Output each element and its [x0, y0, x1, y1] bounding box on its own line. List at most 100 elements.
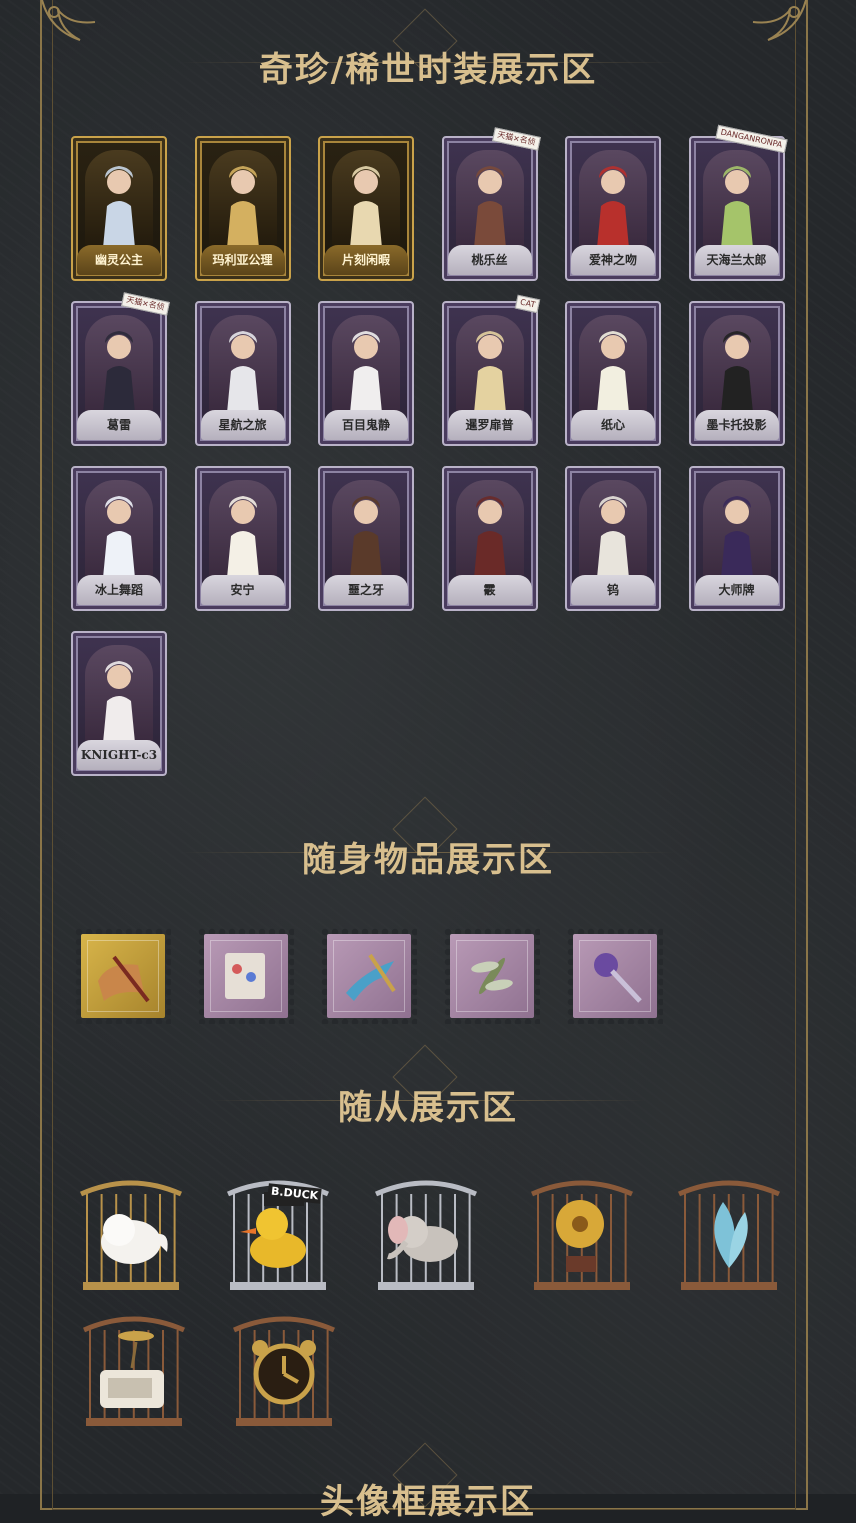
outfit-card[interactable]: 片刻闲暇 — [318, 136, 414, 281]
item-stamp[interactable] — [444, 928, 540, 1024]
pet-cage[interactable]: B.DUCK — [222, 1172, 334, 1292]
outfit-label: 噩之牙 — [324, 575, 408, 605]
outfit-card[interactable]: 幽灵公主 — [71, 136, 167, 281]
outfit-label: 爱神之吻 — [571, 245, 655, 275]
outfit-portrait — [85, 480, 153, 578]
character-figure-icon — [473, 496, 506, 578]
item-stamp[interactable] — [321, 928, 417, 1024]
pet-cage[interactable] — [673, 1172, 785, 1292]
outfit-portrait — [85, 645, 153, 743]
avatar-section-title: 头像框展示区 — [320, 1482, 536, 1522]
pet-cage[interactable] — [370, 1172, 482, 1292]
outfit-label: 霰 — [447, 575, 532, 605]
character-figure-icon — [350, 496, 382, 578]
outfit-label: 天海兰太郎 — [694, 245, 779, 275]
outfit-card[interactable]: 大师牌 — [688, 466, 785, 611]
pet-cage[interactable] — [75, 1172, 187, 1292]
pets-section-title: 随从展示区 — [338, 1088, 518, 1128]
outfit-label: KNIGHT-c3 — [77, 740, 161, 770]
outfit-card[interactable]: 葛雷 天猫×名侦 — [71, 292, 170, 446]
white-dog-icon — [101, 1214, 168, 1264]
character-figure-icon — [103, 331, 135, 413]
outfit-card[interactable]: 霰 — [441, 466, 538, 611]
pet-cage[interactable] — [78, 1308, 190, 1428]
outfit-card[interactable]: 桃乐丝 天猫×名侦 — [441, 127, 541, 281]
item-stamp[interactable] — [567, 928, 663, 1024]
outfit-card[interactable]: 冰上舞蹈 — [71, 466, 167, 611]
outfit-card[interactable]: 钨 — [565, 466, 661, 611]
character-figure-icon — [226, 496, 259, 578]
outfit-card[interactable]: 星航之旅 — [194, 301, 291, 446]
alarm-clock-icon — [252, 1340, 316, 1405]
outfit-portrait — [702, 480, 771, 578]
character-figure-icon — [597, 166, 629, 248]
character-figure-icon — [597, 331, 629, 413]
outfit-card[interactable]: 纸心 — [565, 301, 661, 446]
outfit-portrait — [455, 150, 524, 248]
blue-butterfly-icon — [714, 1202, 748, 1268]
outfit-label: 安宁 — [200, 575, 285, 605]
character-figure-icon — [720, 166, 753, 248]
book-icon — [225, 953, 265, 999]
character-figure-icon — [597, 496, 629, 578]
outfit-label: 墨卡托投影 — [694, 410, 779, 440]
outfit-portrait — [208, 480, 277, 578]
anchor-blade-icon — [346, 953, 396, 1001]
outfit-card[interactable]: 百目鬼静 — [318, 301, 414, 446]
outfit-label: 纸心 — [571, 410, 655, 440]
outfit-card[interactable]: 墨卡托投影 — [688, 301, 785, 446]
outfit-portrait — [455, 315, 524, 413]
outfit-card[interactable]: KNIGHT-c3 — [71, 631, 167, 776]
outfit-portrait — [702, 150, 771, 248]
golden-flower-icon — [556, 1200, 604, 1272]
outfit-card[interactable]: 暹罗扉普 CAT — [441, 294, 541, 446]
outfit-portrait — [208, 315, 277, 413]
item-stamp[interactable] — [75, 928, 171, 1024]
outfit-label: 大师牌 — [694, 575, 779, 605]
character-figure-icon — [720, 331, 753, 413]
outfit-card[interactable]: 噩之牙 — [318, 466, 414, 611]
character-figure-icon — [350, 331, 382, 413]
character-figure-icon — [103, 496, 135, 578]
character-figure-icon — [350, 166, 382, 248]
character-figure-icon — [720, 496, 753, 578]
outfit-label: 片刻闲暇 — [324, 245, 408, 275]
item-stamp[interactable] — [198, 928, 294, 1024]
outfit-label: 玛利亚公理 — [200, 245, 285, 275]
scroll-icon — [98, 955, 150, 1003]
elephant-icon — [387, 1216, 458, 1262]
outfit-label: 桃乐丝 — [447, 245, 532, 275]
outfit-card[interactable]: 玛利亚公理 — [194, 136, 291, 281]
character-figure-icon — [226, 331, 259, 413]
outfit-card[interactable]: 爱神之吻 — [565, 136, 661, 281]
outfit-portrait — [332, 480, 400, 578]
outfit-portrait — [208, 150, 277, 248]
outfit-portrait — [85, 315, 153, 413]
outfit-portrait — [332, 315, 400, 413]
pet-cage[interactable] — [526, 1172, 638, 1292]
character-figure-icon — [473, 331, 506, 413]
character-figure-icon — [226, 166, 259, 248]
outfit-label: 葛雷 — [77, 410, 161, 440]
pet-cage[interactable] — [228, 1308, 340, 1428]
outfit-label: 星航之旅 — [200, 410, 285, 440]
outfit-label: 百目鬼静 — [324, 410, 408, 440]
outfit-card[interactable]: 安宁 — [194, 466, 291, 611]
character-figure-icon — [473, 166, 506, 248]
outfits-section-title: 奇珍/稀世时装展示区 — [258, 50, 598, 90]
character-figure-icon — [103, 166, 135, 248]
outfit-label: 冰上舞蹈 — [77, 575, 161, 605]
dragonfly-icon — [471, 957, 513, 995]
outfit-card[interactable]: 天海兰太郎 DANGANRONPA — [688, 124, 788, 281]
items-section-title: 随身物品展示区 — [302, 840, 554, 880]
crystal-staff-icon — [594, 953, 642, 1003]
outfit-label: 幽灵公主 — [77, 245, 161, 275]
outfit-portrait — [579, 480, 647, 578]
outfit-portrait — [455, 480, 524, 578]
tv-propeller-icon — [100, 1331, 164, 1408]
outfit-portrait — [579, 315, 647, 413]
outfit-label: 暹罗扉普 — [447, 410, 532, 440]
outfit-portrait — [332, 150, 400, 248]
outfit-label: 钨 — [571, 575, 655, 605]
outfit-portrait — [85, 150, 153, 248]
